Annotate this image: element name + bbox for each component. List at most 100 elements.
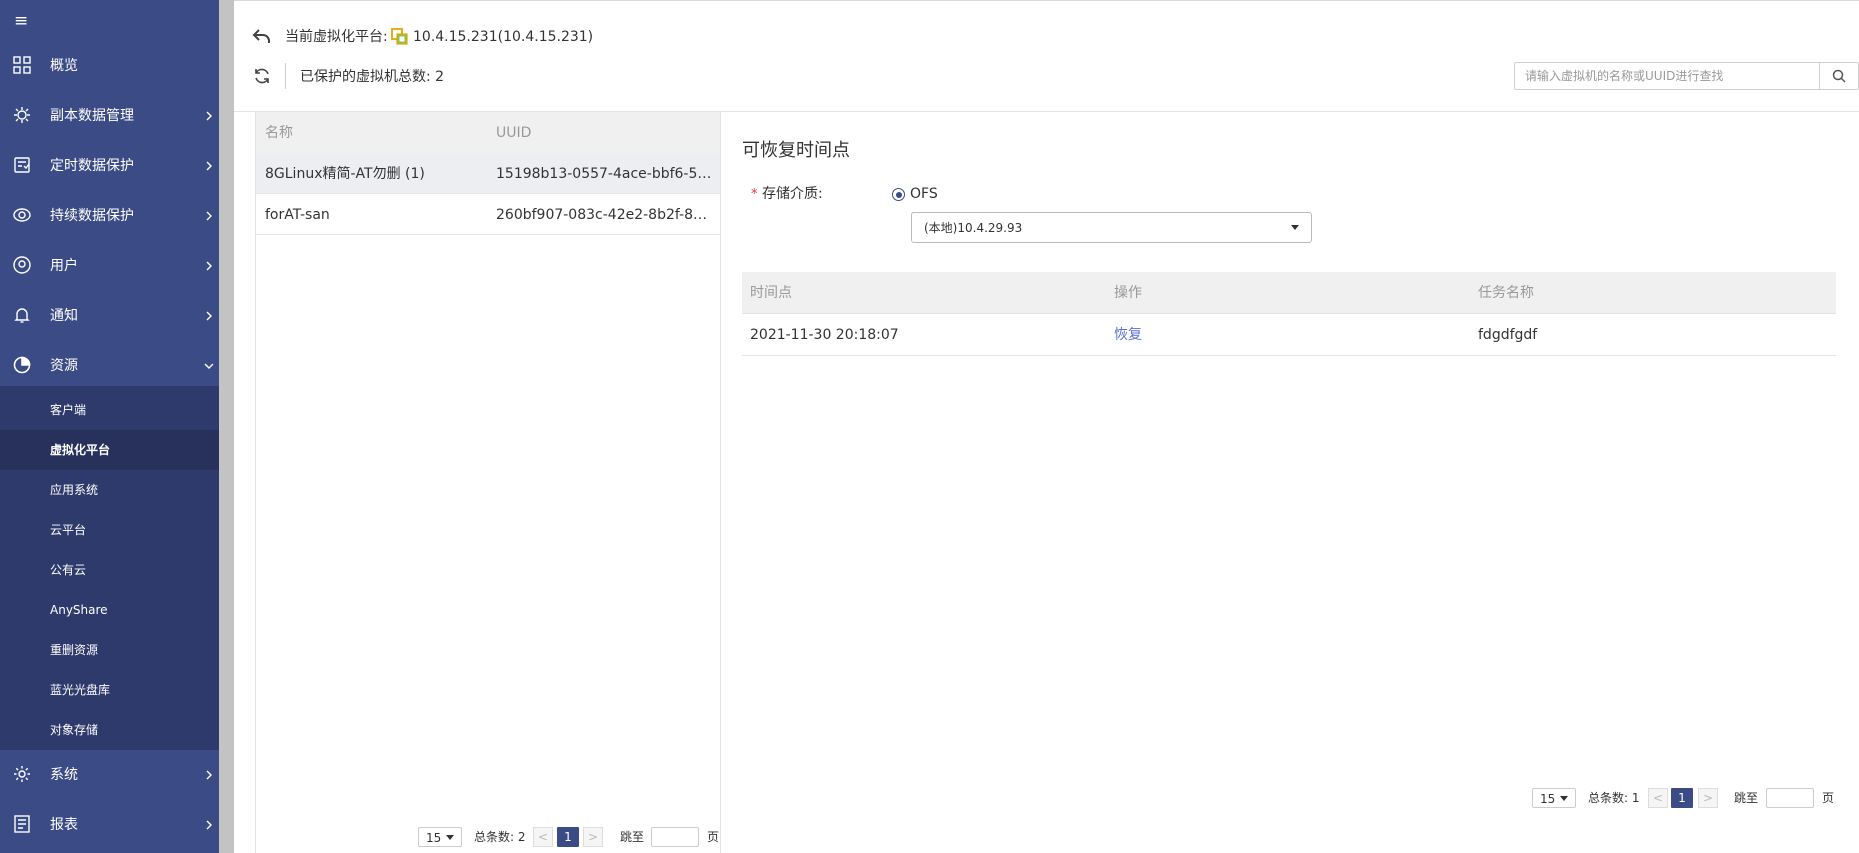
sidebar-item-label: 系统 <box>50 767 78 783</box>
sidebar-subitem-client[interactable]: 客户端 <box>0 390 219 430</box>
copy-data-icon <box>14 107 30 123</box>
search-box <box>1514 62 1859 90</box>
sidebar-subitem-label: 蓝光光盘库 <box>50 683 111 697</box>
vm-next-page-button[interactable]: > <box>583 827 603 847</box>
page-size-value: 15 <box>1540 792 1556 806</box>
restore-table-header: 时间点 操作 任务名称 <box>742 272 1836 314</box>
restore-link[interactable]: 恢复 <box>1114 326 1142 344</box>
sidebar-subitem-object-storage[interactable]: 对象存储 <box>0 710 219 750</box>
restore-page-word: 页 <box>1822 791 1835 805</box>
chevron-right-icon <box>206 311 212 321</box>
refresh-icon[interactable] <box>253 67 271 85</box>
chevron-right-icon <box>206 820 212 830</box>
vmware-icon <box>391 28 408 45</box>
storage-media-label: 存储介质: <box>762 186 823 202</box>
vm-list-panel: 名称 UUID 8GLinux精简-AT勿删 (1) 15198b13-0557… <box>255 112 721 853</box>
sidebar-subitem-label: 客户端 <box>50 403 87 417</box>
sidebar-subitem-bluray[interactable]: 蓝光光盘库 <box>0 670 219 710</box>
resource-submenu: 客户端 虚拟化平台 应用系统 云平台 公有云 AnyShare 重删资源 蓝光光… <box>0 386 219 750</box>
restore-total-count: 总条数: 1 <box>1588 791 1640 805</box>
vm-current-page[interactable]: 1 <box>557 827 579 847</box>
sidebar-subitem-anyshare[interactable]: AnyShare <box>0 590 219 630</box>
sidebar-item-label: 副本数据管理 <box>50 108 134 124</box>
vm-page-size-select[interactable]: 15 <box>418 827 462 847</box>
table-row[interactable]: 8GLinux精简-AT勿删 (1) 15198b13-0557-4ace-bb… <box>256 153 720 194</box>
sidebar-subitem-cloud-platform[interactable]: 云平台 <box>0 510 219 550</box>
sidebar-item-label: 资源 <box>50 358 78 374</box>
vm-name: 8GLinux精简-AT勿删 (1) <box>265 166 425 182</box>
sidebar-item-label: 用户 <box>50 258 78 274</box>
sidebar-subitem-label: 虚拟化平台 <box>50 443 111 457</box>
sidebar-subitem-label: 应用系统 <box>50 483 99 497</box>
vm-uuid: 15198b13-0557-4ace-bbf6-5e6… <box>496 166 714 182</box>
sidebar-item-label: 持续数据保护 <box>50 208 134 224</box>
column-header-time: 时间点 <box>750 285 792 301</box>
chevron-right-icon <box>206 111 212 121</box>
restore-prev-page-button[interactable]: < <box>1648 788 1668 808</box>
storage-ofs-radio[interactable] <box>892 188 905 201</box>
restore-next-page-button[interactable]: > <box>1698 788 1718 808</box>
sidebar-item-scheduled-protection[interactable]: 定时数据保护 <box>0 141 219 191</box>
sidebar-item-notification[interactable]: 通知 <box>0 291 219 341</box>
chevron-right-icon <box>206 261 212 271</box>
sidebar-item-label: 定时数据保护 <box>50 158 134 174</box>
storage-ofs-label[interactable]: OFS <box>910 184 938 204</box>
restore-time: 2021-11-30 20:18:07 <box>750 327 899 343</box>
vm-uuid: 260bf907-083c-42e2-8b2f-826e… <box>496 207 714 223</box>
resource-icon <box>13 356 31 374</box>
bell-icon <box>14 308 30 323</box>
chevron-right-icon <box>206 770 212 780</box>
sidebar-item-user[interactable]: 用户 <box>0 241 219 291</box>
chevron-right-icon <box>206 211 212 221</box>
column-header-action: 操作 <box>1114 285 1142 301</box>
caret-down-icon <box>1291 225 1299 230</box>
sidebar-item-report[interactable]: 报表 <box>0 800 219 850</box>
sidebar-subitem-public-cloud[interactable]: 公有云 <box>0 550 219 590</box>
search-icon <box>1832 69 1846 83</box>
sidebar-item-overview[interactable]: 概览 <box>0 41 219 91</box>
table-row[interactable]: forAT-san 260bf907-083c-42e2-8b2f-826e… <box>256 194 720 235</box>
required-mark: * <box>751 187 758 202</box>
sidebar-item-system[interactable]: 系统 <box>0 750 219 800</box>
restore-page-size-select[interactable]: 15 <box>1532 788 1576 808</box>
page-size-value: 15 <box>426 831 442 845</box>
sidebar-subitem-virtualization[interactable]: 虚拟化平台 <box>0 430 219 470</box>
sidebar-scrollbar[interactable] <box>219 0 234 853</box>
caret-down-icon <box>446 835 454 840</box>
vm-jump-input[interactable] <box>651 827 699 847</box>
vm-total-count: 总条数: 2 <box>474 830 526 844</box>
sidebar-item-resource[interactable]: 资源 <box>0 341 219 391</box>
sidebar-subitem-dedup[interactable]: 重删资源 <box>0 630 219 670</box>
header-divider <box>285 63 286 89</box>
search-input[interactable] <box>1515 63 1840 89</box>
column-header-uuid: UUID <box>496 125 532 141</box>
restore-jump-input[interactable] <box>1766 788 1814 808</box>
chevron-right-icon <box>206 161 212 171</box>
back-icon[interactable] <box>252 27 272 45</box>
search-button[interactable] <box>1819 63 1858 89</box>
sidebar-item-continuous-protection[interactable]: 持续数据保护 <box>0 191 219 241</box>
vm-prev-page-button[interactable]: < <box>533 827 553 847</box>
table-row: 2021-11-30 20:18:07 恢复 fdgdfgdf <box>742 314 1836 356</box>
sidebar-subitem-label: 云平台 <box>50 523 87 537</box>
sidebar-subitem-label: 对象存储 <box>50 723 99 737</box>
user-icon <box>13 256 31 274</box>
column-header-name: 名称 <box>265 125 293 141</box>
report-icon <box>14 815 30 833</box>
hamburger-icon[interactable]: ≡ <box>14 12 32 30</box>
storage-location-select[interactable]: (本地)10.4.29.93 <box>911 212 1312 243</box>
scheduled-protect-icon <box>14 157 30 173</box>
caret-down-icon <box>1560 796 1568 801</box>
sidebar-subitem-application[interactable]: 应用系统 <box>0 470 219 510</box>
chevron-down-icon <box>204 363 214 369</box>
storage-location-value: (本地)10.4.29.93 <box>924 221 1023 235</box>
vm-jump-label: 跳至 <box>620 830 645 844</box>
task-name: fdgdfgdf <box>1478 327 1538 343</box>
column-header-task: 任务名称 <box>1478 285 1534 301</box>
sidebar-item-copy-data[interactable]: 副本数据管理 <box>0 91 219 141</box>
sidebar-subitem-label: 公有云 <box>50 563 87 577</box>
sidebar-subitem-label: AnyShare <box>50 603 108 617</box>
sidebar: ≡ 概览 副本数据管理 定时数据保护 持续数据保护 用户 通知 资源 客户端 虚… <box>0 0 219 853</box>
vm-name: forAT-san <box>265 207 330 223</box>
restore-current-page[interactable]: 1 <box>1671 788 1693 808</box>
